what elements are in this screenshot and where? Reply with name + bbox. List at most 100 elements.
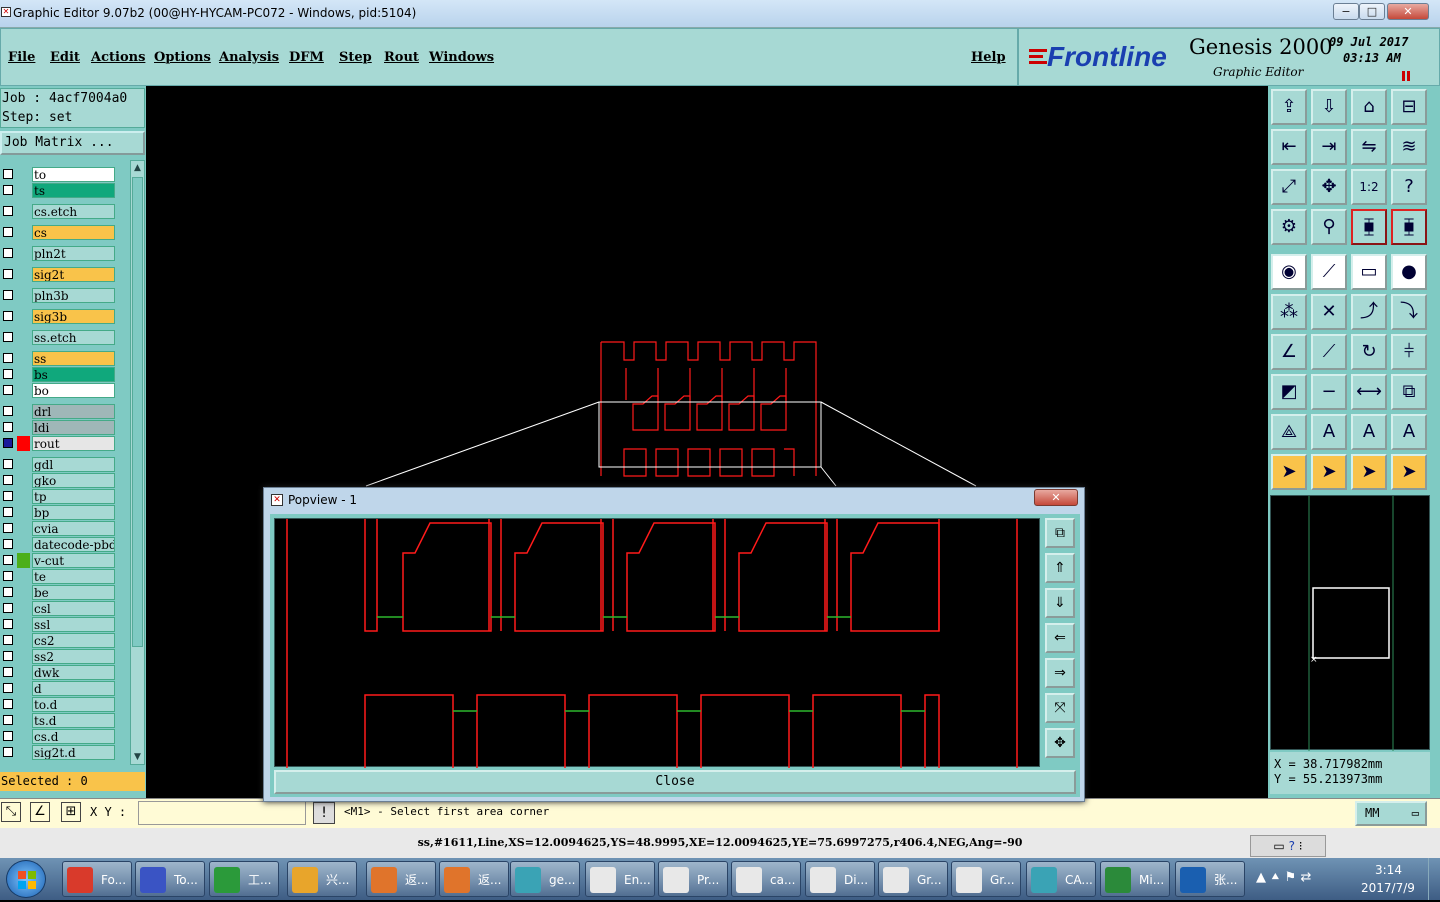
layer-row[interactable]: cs	[0, 225, 130, 240]
layer-name[interactable]: pln2t	[32, 246, 115, 261]
layer-name[interactable]: dwk	[32, 665, 115, 680]
layer-name[interactable]: bp	[32, 505, 115, 520]
layer-row[interactable]: cs2	[0, 633, 130, 648]
layer-name[interactable]: sig3b	[32, 309, 115, 324]
layer-name[interactable]: cvia	[32, 521, 115, 536]
taskbar-item[interactable]: 兴...	[287, 861, 357, 897]
fit-all-icon[interactable]: ⤢	[1271, 169, 1307, 205]
layer-checkbox[interactable]	[3, 747, 13, 757]
layer-name[interactable]: ss.etch	[32, 330, 115, 345]
layer-checkbox[interactable]	[3, 603, 13, 613]
layer-checkbox[interactable]	[3, 406, 13, 416]
layer-name[interactable]: d	[32, 681, 115, 696]
measure-icon[interactable]: ⤡	[1, 802, 21, 822]
text-a3-icon[interactable]: A	[1351, 414, 1387, 450]
layer-checkbox[interactable]	[3, 539, 13, 549]
popview-pan-left-icon[interactable]: ⇐	[1045, 623, 1075, 653]
layer-compare-2-icon[interactable]: ⧯	[1391, 209, 1427, 245]
layer-name[interactable]: csl	[32, 601, 115, 616]
layer-row[interactable]: dwk	[0, 665, 130, 680]
layer-name[interactable]: ss2	[32, 649, 115, 664]
select-pad-icon[interactable]: ◉	[1271, 254, 1307, 290]
taskbar-item[interactable]: 返...	[439, 861, 509, 897]
layer-row[interactable]: ss2	[0, 649, 130, 664]
layer-name[interactable]: ldi	[32, 420, 115, 435]
layer-checkbox[interactable]	[3, 248, 13, 258]
layer-name[interactable]: ss	[32, 351, 115, 366]
layer-scrollbar[interactable]: ▲ ▼	[130, 160, 145, 765]
layer-name[interactable]: cs.d	[32, 729, 115, 744]
popview-zoom-in-icon[interactable]: ✥	[1045, 728, 1075, 758]
pointer-icon[interactable]: ➤	[1271, 454, 1307, 490]
pointer-net-icon[interactable]: ➤	[1391, 454, 1427, 490]
taskbar-item[interactable]: ca...	[731, 861, 801, 897]
layer-row[interactable]: ts.d	[0, 713, 130, 728]
menu-dfm[interactable]: DFM	[289, 50, 324, 65]
measure-tools-icon[interactable]: ⚙	[1271, 209, 1307, 245]
popview-zoom-home-icon[interactable]: ⧉	[1045, 518, 1075, 548]
tray-icons[interactable]: ▲ ⯅ ⚑ ⇄	[1256, 870, 1311, 885]
snap-icon[interactable]: ∠	[30, 802, 50, 822]
scroll-up-icon[interactable]: ▲	[132, 162, 143, 174]
layer-compare-icon[interactable]: ⧯	[1351, 209, 1387, 245]
layer-checkbox[interactable]	[3, 369, 13, 379]
units-select[interactable]: MM ▭	[1355, 801, 1427, 826]
rotate-icon[interactable]: ↻	[1351, 334, 1387, 370]
mirror-icon[interactable]: ⫩	[1391, 334, 1427, 370]
layer-checkbox[interactable]	[3, 353, 13, 363]
layer-row[interactable]: sig2t.d	[0, 745, 130, 760]
layer-name[interactable]: bs	[32, 367, 115, 382]
popview-pan-down-icon[interactable]: ⇓	[1045, 588, 1075, 618]
layer-name[interactable]: be	[32, 585, 115, 600]
taskbar-item[interactable]: Di...	[805, 861, 875, 897]
layer-name[interactable]: drl	[32, 404, 115, 419]
menu-analysis[interactable]: Analysis	[219, 50, 279, 65]
layer-name[interactable]: cs.etch	[32, 204, 115, 219]
layer-name[interactable]: sig2t	[32, 267, 115, 282]
snap-point-icon[interactable]: ⤵	[1391, 294, 1427, 330]
layer-row[interactable]: sig2t	[0, 267, 130, 282]
taskbar-item[interactable]: Pr...	[658, 861, 728, 897]
layer-checkbox[interactable]	[3, 667, 13, 677]
split-view-icon[interactable]: ⊟	[1391, 89, 1427, 125]
angle-icon[interactable]: ∠	[1271, 334, 1307, 370]
layer-checkbox[interactable]	[3, 635, 13, 645]
taskbar-item[interactable]: 工...	[209, 861, 279, 897]
taskbar-item[interactable]: 张...	[1175, 861, 1245, 897]
layer-checkbox[interactable]	[3, 475, 13, 485]
clock-date[interactable]: 2017/7/9	[1361, 881, 1415, 895]
layer-row[interactable]: rout	[0, 436, 130, 451]
layer-checkbox[interactable]	[3, 459, 13, 469]
move-node-icon[interactable]: ⤴	[1351, 294, 1387, 330]
text-a4-icon[interactable]: A	[1391, 414, 1427, 450]
layer-row[interactable]: datecode-pbd	[0, 537, 130, 552]
dimension-icon[interactable]: ⟷	[1351, 374, 1387, 410]
popview-close-button[interactable]: Close	[274, 770, 1076, 794]
line-select-icon[interactable]: −	[1311, 374, 1347, 410]
scroll-down-icon[interactable]: ▼	[132, 751, 143, 763]
layer-row[interactable]: pln3b	[0, 288, 130, 303]
node-edit-icon[interactable]: ⁂	[1271, 294, 1307, 330]
layer-checkbox[interactable]	[3, 269, 13, 279]
layer-row[interactable]: to	[0, 167, 130, 182]
job-matrix-button[interactable]: Job Matrix ...	[0, 131, 145, 155]
zoom-page-icon[interactable]: ⇩	[1311, 89, 1347, 125]
menu-edit[interactable]: Edit	[50, 50, 80, 65]
layer-name[interactable]: rout	[32, 436, 115, 451]
layer-checkbox[interactable]	[3, 619, 13, 629]
layer-row[interactable]: cs.d	[0, 729, 130, 744]
help-icon[interactable]: ?	[1289, 839, 1295, 853]
pointer-box-icon[interactable]: ➤	[1311, 454, 1347, 490]
copy-icon[interactable]: ⧉	[1391, 374, 1427, 410]
text-a2-icon[interactable]: A	[1311, 414, 1347, 450]
minimize-button[interactable]: −	[1333, 3, 1359, 20]
layer-checkbox[interactable]	[3, 683, 13, 693]
info-icon[interactable]: !	[313, 802, 335, 824]
menu-actions[interactable]: Actions	[91, 50, 145, 65]
flip-icon[interactable]: ⇋	[1351, 129, 1387, 165]
popview-close-icon[interactable]: ✕	[1034, 489, 1078, 506]
popview-canvas[interactable]	[274, 518, 1040, 768]
grid-icon[interactable]: ⊞	[61, 802, 81, 822]
popview-pan-right-icon[interactable]: ⇒	[1045, 658, 1075, 688]
layer-name[interactable]: ts	[32, 183, 115, 198]
